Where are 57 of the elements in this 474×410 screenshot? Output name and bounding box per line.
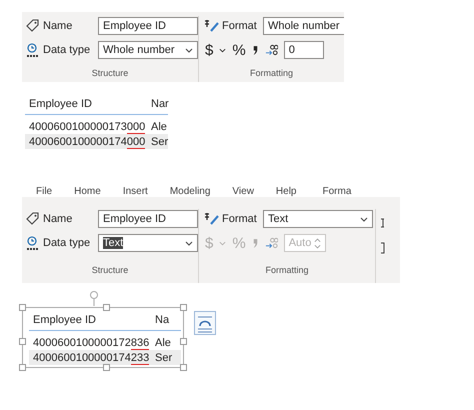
caret-icon <box>360 216 368 222</box>
caret-icon[interactable] <box>219 48 226 52</box>
ribbon-tab[interactable]: Help <box>276 186 296 197</box>
ribbon-tab[interactable]: View <box>232 186 254 197</box>
currency-button[interactable]: $ <box>205 42 214 58</box>
resize-handle[interactable] <box>19 338 26 344</box>
table-cell-text: 4000600100000174000 <box>28 136 146 148</box>
data-type-label: Data type <box>43 237 92 249</box>
resize-handle[interactable] <box>103 304 110 311</box>
tag-icon <box>26 212 40 226</box>
rotate-handle-icon[interactable] <box>89 290 99 306</box>
name-field[interactable]: Employee ID <box>98 210 198 228</box>
column-header: Employee ID <box>28 98 93 110</box>
name-label: Name <box>43 20 74 32</box>
resize-handle[interactable] <box>103 364 110 371</box>
resize-handle[interactable] <box>180 338 187 344</box>
data-type-icon <box>26 236 40 250</box>
ribbon-tab[interactable]: Home <box>74 186 101 197</box>
resize-handle[interactable] <box>19 304 26 311</box>
table-cell-text: Ser <box>154 352 172 364</box>
table-cell-text: 4000600100000174233 <box>32 352 150 364</box>
decimal-places-field[interactable]: 0 <box>284 41 324 59</box>
percent-button[interactable]: % <box>232 42 246 58</box>
comma-icon[interactable] <box>252 44 259 56</box>
data-type-label: Data type <box>43 44 92 56</box>
tag-icon <box>26 19 40 33</box>
group-label: Structure <box>90 265 130 275</box>
format-icon <box>203 212 219 226</box>
ribbon-tab[interactable]: Insert <box>122 186 148 197</box>
column-header: Na <box>154 314 170 326</box>
ribbon-tab[interactable]: File <box>36 186 52 197</box>
table-cell-text: Ale <box>150 120 167 132</box>
format-dropdown[interactable]: Whole number <box>263 17 344 35</box>
caret-icon <box>185 48 193 52</box>
data-type-dropdown[interactable]: Text <box>98 234 198 252</box>
data-type-icon <box>26 43 40 57</box>
group-label: Formatting <box>248 68 294 78</box>
caret-icon <box>185 240 193 246</box>
format-label: Format <box>222 213 258 225</box>
data-type-dropdown[interactable]: Whole number <box>98 41 198 59</box>
resize-handle[interactable] <box>19 364 26 371</box>
format-icon <box>203 19 219 33</box>
group-label: Structure <box>90 68 130 78</box>
format-dropdown[interactable]: Text <box>263 210 373 228</box>
format-label: Format <box>222 20 258 32</box>
column-header: Employee ID <box>32 314 97 326</box>
table-cell-text: Ser <box>150 136 168 148</box>
decimal-icon[interactable] <box>264 44 278 56</box>
resize-handle[interactable] <box>180 304 187 311</box>
column-header: Nar <box>150 98 169 110</box>
group-label: Formatting <box>264 265 310 275</box>
table-cell-text: Ale <box>154 336 171 348</box>
name-field[interactable]: Employee ID <box>98 17 198 35</box>
name-label: Name <box>43 213 74 225</box>
ribbon-tab[interactable]: Modeling <box>170 186 210 197</box>
focus-mode-icon[interactable] <box>194 311 216 335</box>
resize-handle[interactable] <box>180 364 187 371</box>
